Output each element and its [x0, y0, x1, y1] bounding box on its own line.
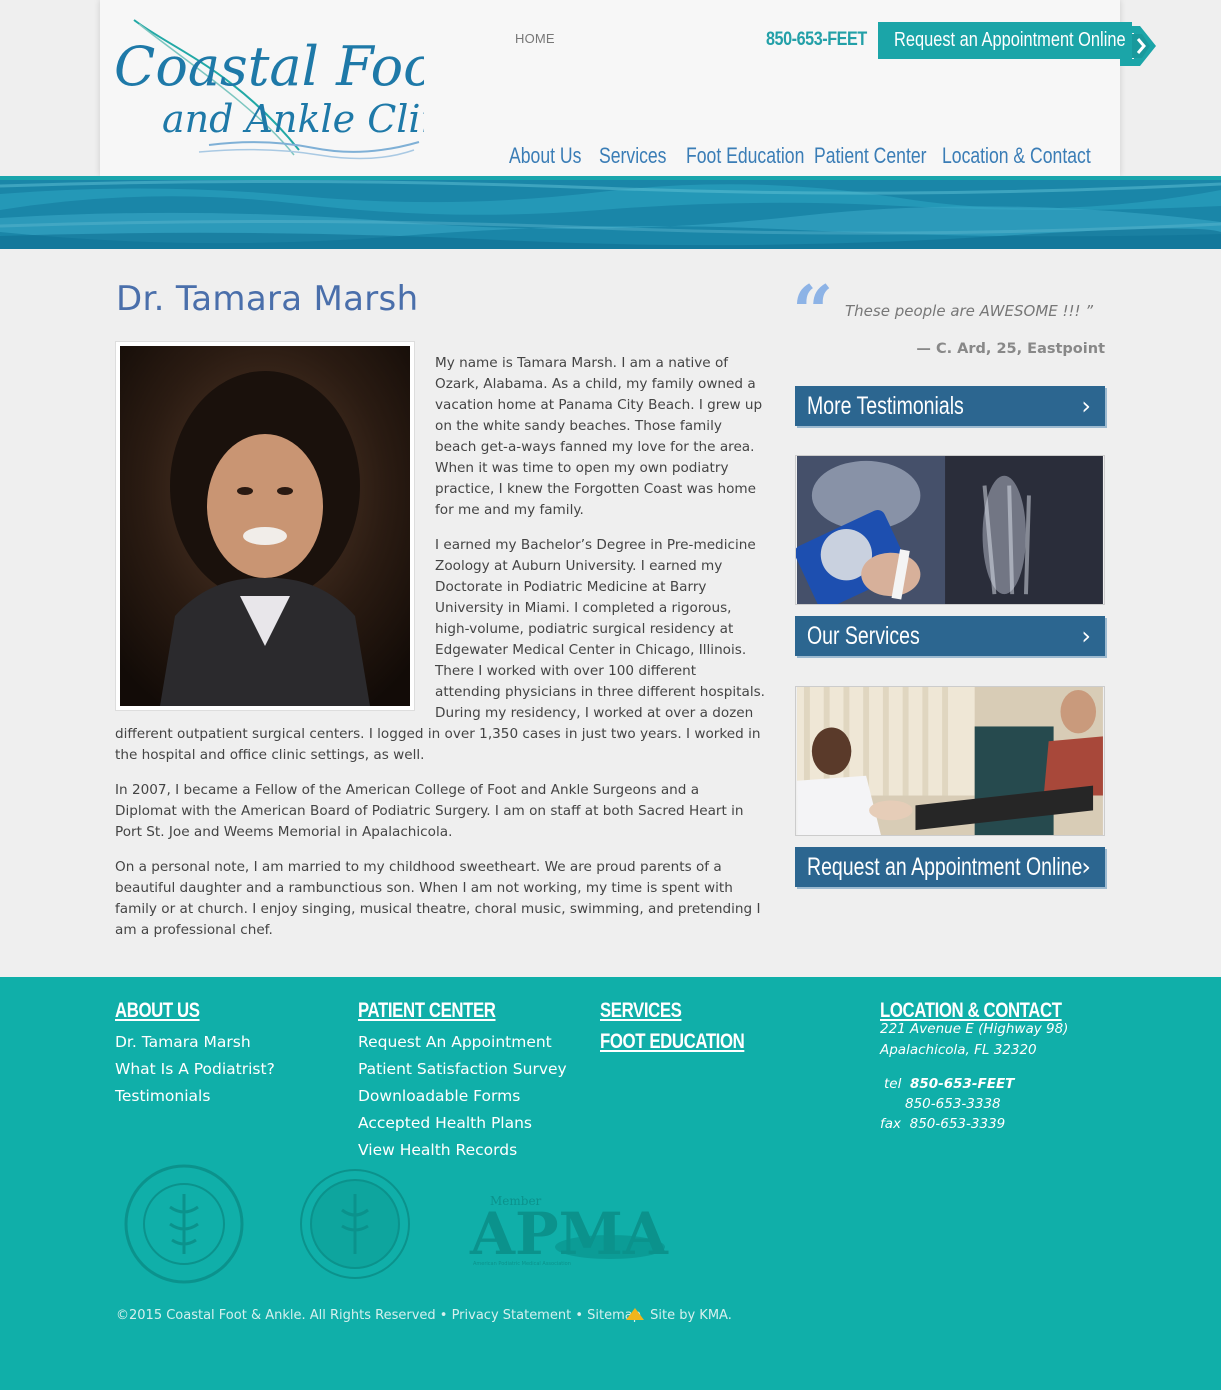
header-phone[interactable]: 850-653-FEET	[766, 29, 867, 51]
chevron-right-icon: ›	[1081, 622, 1091, 650]
apma-sub-text: American Podiatric Medical Association	[473, 1261, 571, 1267]
page-title: Dr. Tamara Marsh	[116, 279, 419, 319]
footer-fax-label: fax	[880, 1116, 902, 1132]
footer-fax-number: 850-653-3339	[909, 1116, 1006, 1132]
testimonial-author: — C. Ard, 25, Eastpoint	[916, 341, 1105, 357]
site-by-kma-text: Site by KMA.	[650, 1308, 732, 1323]
services-xray-image[interactable]	[795, 455, 1105, 605]
accreditation-seals: Member APMA American Podiatric Medical A…	[0, 1162, 1221, 1292]
testimonial-quote: These people are AWESOME !!! ”	[845, 302, 1094, 320]
nav-patient-center-label: Patient Center	[814, 143, 927, 168]
nav-location-contact[interactable]: Location & Contact	[942, 143, 1091, 169]
chevron-right-icon: ›	[1081, 392, 1091, 420]
more-testimonials-label: More Testimonials	[807, 392, 964, 420]
footer-location-column: LOCATION & CONTACT 221 Avenue E (Highway…	[880, 999, 1107, 1134]
footer-tel-label: tel	[884, 1076, 902, 1092]
doctor-photo-image	[120, 346, 410, 706]
clinic-photo	[797, 687, 1103, 835]
footer-patient-heading[interactable]: PATIENT CENTER	[358, 999, 496, 1023]
footer-services-column: SERVICES FOOT EDUCATION	[600, 999, 780, 1054]
footer-link-health-plans[interactable]: Accepted Health Plans	[358, 1110, 567, 1137]
nav-patient-center[interactable]: Patient Center	[814, 143, 942, 169]
footer-services-heading[interactable]: SERVICES	[600, 999, 682, 1023]
appointment-arrow-icon	[1120, 26, 1156, 66]
abfas-seal-icon	[300, 1169, 410, 1279]
logo-line1: Coastal Foot	[114, 35, 424, 98]
quote-icon: “	[792, 269, 834, 354]
apma-logo-icon: Member APMA American Podiatric Medical A…	[469, 1194, 669, 1268]
bio-content: My name is Tamara Marsh. I am a native o…	[115, 341, 765, 955]
wave-banner	[0, 176, 1221, 249]
request-appointment-label: Request an Appointment Online	[894, 29, 1126, 51]
footer-link-testimonials[interactable]: Testimonials	[115, 1083, 275, 1110]
nav-about-us-label: About Us	[509, 143, 582, 168]
footer-link-health-records[interactable]: View Health Records	[358, 1137, 567, 1164]
apma-text: APMA	[469, 1200, 669, 1268]
our-services-label: Our Services	[807, 622, 920, 650]
bio-paragraph-4: On a personal note, I am married to my c…	[115, 859, 761, 938]
logo-line2: and Ankle Clinic	[162, 97, 424, 141]
footer-about-column: ABOUT US Dr. Tamara Marsh What Is A Podi…	[115, 999, 275, 1110]
acfas-seal-icon	[124, 1164, 244, 1284]
nav-location-contact-label: Location & Contact	[942, 143, 1091, 168]
seals-graphic: Member APMA American Podiatric Medical A…	[124, 1164, 669, 1284]
our-services-button[interactable]: Our Services ›	[795, 616, 1105, 656]
logo-graphic: Coastal Foot and Ankle Clinic	[114, 19, 479, 160]
appointment-image[interactable]	[795, 686, 1105, 836]
more-testimonials-button[interactable]: More Testimonials ›	[795, 386, 1105, 426]
footer-link-what-is-podiatrist[interactable]: What Is A Podiatrist?	[115, 1056, 275, 1083]
bio-paragraph-3: In 2007, I became a Fellow of the Americ…	[115, 782, 744, 840]
xray-photo	[796, 456, 1103, 604]
footer-location-heading[interactable]: LOCATION & CONTACT	[880, 999, 1062, 1023]
footer-fax-row: fax 850-653-3339	[880, 1114, 1107, 1134]
footer-link-satisfaction-survey[interactable]: Patient Satisfaction Survey	[358, 1056, 567, 1083]
footer-about-heading[interactable]: ABOUT US	[115, 999, 200, 1023]
footer-link-dr-marsh[interactable]: Dr. Tamara Marsh	[115, 1029, 275, 1056]
site-logo[interactable]: Coastal Foot and Ankle Clinic	[114, 10, 479, 160]
footer-link-request-appointment[interactable]: Request An Appointment	[358, 1029, 567, 1056]
nav-about-us[interactable]: About Us	[509, 143, 599, 169]
chevron-right-icon: ›	[1081, 853, 1091, 881]
kma-logo-icon	[626, 1308, 644, 1320]
doctor-portrait	[120, 346, 410, 706]
footer-address-line2: Apalachicola, FL 32320	[880, 1041, 1037, 1058]
site-by-kma[interactable]: Site by KMA.	[626, 1308, 732, 1323]
doctor-photo	[115, 341, 415, 711]
footer-tel-row: tel 850-653-FEET	[880, 1074, 1107, 1094]
nav-foot-education[interactable]: Foot Education	[686, 143, 814, 169]
copyright-line[interactable]: ©2015 Coastal Foot & Ankle. All Rights R…	[116, 1308, 641, 1323]
nav-foot-education-label: Foot Education	[686, 143, 805, 168]
footer-tel-number[interactable]: 850-653-FEET	[910, 1076, 1014, 1092]
nav-services[interactable]: Services	[599, 143, 686, 169]
footer-patient-column: PATIENT CENTER Request An Appointment Pa…	[358, 999, 567, 1164]
sidebar-request-appointment-button[interactable]: Request an Appointment Online ›	[795, 847, 1105, 887]
sidebar-request-appointment-label: Request an Appointment Online	[807, 853, 1083, 881]
home-link[interactable]: HOME	[515, 31, 555, 46]
main-nav: About Us Services Foot Education Patient…	[509, 143, 1091, 169]
footer-education-heading[interactable]: FOOT EDUCATION	[600, 1030, 745, 1054]
wave-graphic	[0, 176, 1221, 249]
nav-services-label: Services	[599, 143, 667, 168]
site-footer: ABOUT US Dr. Tamara Marsh What Is A Podi…	[0, 977, 1221, 1390]
footer-link-downloadable-forms[interactable]: Downloadable Forms	[358, 1083, 567, 1110]
footer-tel2[interactable]: 850-653-3338	[880, 1094, 1107, 1114]
site-header: Coastal Foot and Ankle Clinic HOME 850-6…	[100, 0, 1156, 176]
request-appointment-button[interactable]: Request an Appointment Online	[878, 22, 1132, 59]
